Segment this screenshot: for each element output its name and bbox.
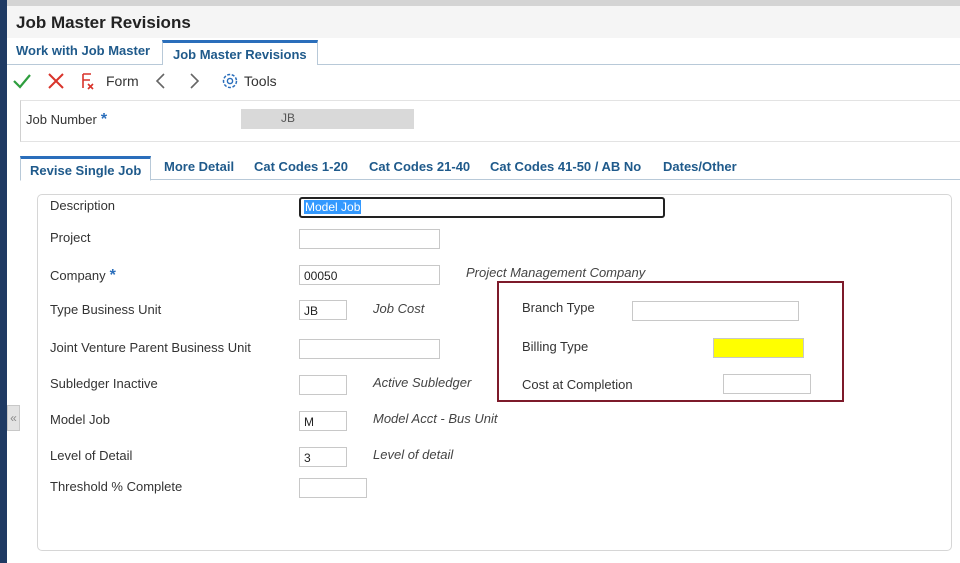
type-business-unit-description: Job Cost bbox=[373, 301, 425, 316]
tab-more-detail[interactable]: More Detail bbox=[164, 159, 234, 174]
description-label: Description bbox=[50, 198, 116, 213]
tab-cat-codes-1-20[interactable]: Cat Codes 1-20 bbox=[254, 159, 348, 174]
company-description: Project Management Company bbox=[466, 265, 646, 280]
form-menu-button[interactable]: Form bbox=[80, 70, 139, 92]
jv-parent-input[interactable] bbox=[299, 339, 440, 359]
required-marker: * bbox=[100, 111, 108, 128]
form-menu-label: Form bbox=[106, 73, 139, 89]
left-nav-strip bbox=[0, 0, 7, 563]
chevron-left-icon bbox=[153, 71, 169, 91]
gear-icon bbox=[220, 71, 240, 91]
threshold-complete-input[interactable] bbox=[299, 478, 367, 498]
ok-button[interactable] bbox=[12, 70, 32, 92]
job-number-field: JB bbox=[241, 109, 414, 129]
description-value: Model Job bbox=[304, 200, 362, 214]
x-icon bbox=[46, 71, 66, 91]
company-label: Company * bbox=[50, 267, 116, 284]
tab-cat-codes-21-40[interactable]: Cat Codes 21-40 bbox=[369, 159, 470, 174]
page-title: Job Master Revisions bbox=[16, 13, 191, 32]
company-input[interactable]: 00050 bbox=[299, 265, 440, 285]
billing-type-label: Billing Type bbox=[522, 339, 589, 354]
model-job-label: Model Job bbox=[50, 412, 110, 427]
tab-dates-other[interactable]: Dates/Other bbox=[663, 159, 737, 174]
tab-cat-codes-41-50[interactable]: Cat Codes 41-50 / AB No bbox=[490, 159, 641, 174]
description-input[interactable]: Model Job bbox=[299, 197, 665, 218]
previous-button[interactable] bbox=[153, 70, 169, 92]
threshold-complete-label: Threshold % Complete bbox=[50, 479, 183, 494]
tab-revise-single-job[interactable]: Revise Single Job bbox=[20, 156, 152, 181]
required-marker: * bbox=[109, 267, 116, 284]
level-of-detail-input[interactable]: 3 bbox=[299, 447, 347, 467]
jv-parent-label: Joint Venture Parent Business Unit bbox=[50, 340, 251, 355]
breadcrumb: Work with Job Master Job Master Revision… bbox=[7, 38, 960, 65]
cost-at-completion-input[interactable] bbox=[723, 374, 811, 394]
tab-bar: Revise Single Job More Detail Cat Codes … bbox=[20, 155, 960, 181]
level-of-detail-description: Level of detail bbox=[373, 447, 454, 462]
job-number-label: Job Number * bbox=[26, 111, 108, 128]
collapse-panel-button[interactable]: « bbox=[7, 405, 20, 431]
level-of-detail-label: Level of Detail bbox=[50, 448, 133, 463]
cancel-button[interactable] bbox=[46, 70, 66, 92]
form-menu-icon bbox=[80, 71, 102, 91]
project-input[interactable] bbox=[299, 229, 440, 249]
type-business-unit-label: Type Business Unit bbox=[50, 302, 162, 317]
chevron-right-icon bbox=[186, 71, 202, 91]
job-header-panel: Job Number * JB bbox=[20, 100, 960, 142]
model-job-input[interactable]: M bbox=[299, 411, 347, 431]
breadcrumb-work-with-job-master[interactable]: Work with Job Master bbox=[16, 43, 150, 58]
title-bar: Job Master Revisions bbox=[7, 6, 960, 38]
branch-type-input[interactable] bbox=[632, 301, 799, 321]
cost-at-completion-label: Cost at Completion bbox=[522, 377, 633, 392]
tools-menu-button[interactable]: Tools bbox=[220, 70, 277, 92]
breadcrumb-job-master-revisions[interactable]: Job Master Revisions bbox=[162, 40, 318, 65]
subledger-inactive-label: Subledger Inactive bbox=[50, 376, 158, 391]
subledger-inactive-input[interactable] bbox=[299, 375, 347, 395]
model-job-description: Model Acct - Bus Unit bbox=[373, 411, 498, 426]
check-icon bbox=[12, 71, 32, 91]
toolbar: Form Tools bbox=[7, 66, 960, 96]
branch-type-label: Branch Type bbox=[522, 300, 595, 315]
type-business-unit-input[interactable]: JB bbox=[299, 300, 347, 320]
subledger-inactive-description: Active Subledger bbox=[373, 375, 472, 390]
tools-menu-label: Tools bbox=[244, 73, 277, 89]
next-button[interactable] bbox=[186, 70, 202, 92]
project-label: Project bbox=[50, 230, 91, 245]
billing-type-input[interactable] bbox=[713, 338, 804, 358]
